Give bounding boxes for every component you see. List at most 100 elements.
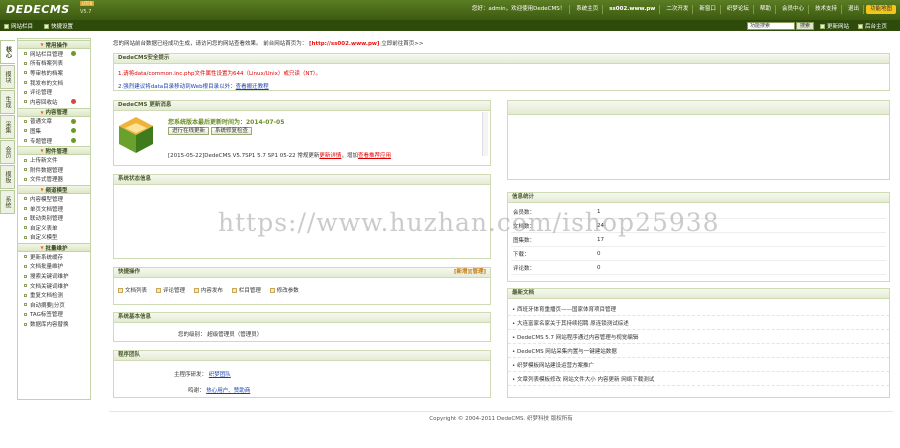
notice-go-link[interactable]: 立即前往首页>> [381,41,423,47]
tab-module[interactable]: 模块 [0,65,15,89]
nav-item-member[interactable]: 会员中心 [778,5,809,14]
latest-update-time: 您系统版本最后更新时间为：2014-07-05 [168,119,285,126]
menu-item-tags[interactable]: TAG标签管理 [18,310,90,320]
quick-manage-link[interactable]: [管理] [470,269,486,275]
menu-item-gallery[interactable]: 图集 [18,126,90,136]
menu-title-text: 附件管理 [45,148,68,155]
notice-url[interactable]: [http://ss002.www.pw] [309,41,379,47]
search-input[interactable]: 功能搜索 [747,22,795,30]
online-update-button[interactable]: 进行在线更新 [168,127,210,135]
menu-item-search-kw[interactable]: 搜索关键词维护 [18,271,90,281]
list-item[interactable]: • 织梦模板网站建设运营方案推广 [508,358,889,372]
add-icon[interactable] [71,128,76,134]
menu-group-title[interactable]: ▼ 批量维护 [18,243,90,253]
menu-item-my-docs[interactable]: 我发布的文档 [18,78,90,88]
menu-item-recycle[interactable]: 内容回收站 [18,97,90,107]
add-icon[interactable] [71,138,76,144]
quick-link-label: 修改参数 [276,288,299,294]
menu-item-upload[interactable]: 上传新文件 [18,155,90,165]
add-icon[interactable] [71,51,76,57]
thanks-link[interactable]: 热心用户、赞助商 [206,388,250,394]
update-detail-link[interactable]: 更新详情 [319,153,341,159]
menu-item-pending[interactable]: 等审核的档案 [18,68,90,78]
menu-title-text: 批量维护 [45,245,68,252]
menu-item-columns[interactable]: 网站栏目管理 [18,49,90,59]
toolbar-quick-set[interactable]: 快捷设置 [44,22,73,30]
quick-actions-panel: 快捷操作 [新增][管理] 文档列表 评论管理 内容发布 栏目管理 修改参数 [113,267,491,305]
tab-collect[interactable]: 采集 [0,115,15,139]
quick-columns[interactable]: 栏目管理 [231,286,261,294]
user-level-row: 您的级别： 超级管理员（管理员） [178,330,262,338]
latest-docs-panel: 最新文档 • 西班牙体育重播页——国家体育项目管理 • 大连富家名家关于其持续招… [507,288,890,398]
menu-item-cache[interactable]: 更新系统缓存 [18,252,90,262]
quick-publish[interactable]: 内容发布 [193,286,223,294]
menu-item-duplicate[interactable]: 重复文档检测 [18,290,90,300]
list-item[interactable]: • DedeCMS 网站采集内置与一键建站数据 [508,344,889,358]
menu-item-doc-kw[interactable]: 文档关键词维护 [18,281,90,291]
site-home-label[interactable]: 系统主页 [572,5,604,14]
nav-item-forum[interactable]: 织梦论坛 [723,5,754,14]
version-badge: UTF8 [80,1,95,6]
nav-item-help[interactable]: 帮助 [756,5,776,14]
dev-team-link[interactable]: 织梦团队 [209,372,231,378]
menu-item-label: 网站栏目管理 [30,51,64,58]
menu-item-custom-model[interactable]: 自定义模型 [18,233,90,243]
nav-item-new-window[interactable]: 新窗口 [695,5,721,14]
dev-row-1: 主程序研发： 织梦团队 [174,370,231,378]
quick-params[interactable]: 修改参数 [269,286,299,294]
tab-template[interactable]: 模板 [0,165,15,189]
menu-item-model[interactable]: 内容模型管理 [18,194,90,204]
update-panel: DedeCMS 更新消息 您系统版本最后更新时间为：2014-07-05 进行在… [113,100,491,166]
toolbar-columns[interactable]: 网站栏目 [4,22,33,30]
update-news: [2015-05-22]DedeCMS V5.7SP1 5.7 SP1 05-2… [168,151,391,159]
tab-core[interactable]: 核心 [0,40,15,64]
menu-group-title[interactable]: ▼ 频道模型 [18,185,90,195]
quick-doc-list[interactable]: 文档列表 [118,286,147,294]
list-item[interactable]: • 西班牙体育重播页——国家体育项目管理 [508,302,889,316]
menu-group-title[interactable]: ▼ 附件管理 [18,146,90,156]
bullet-icon [24,119,27,123]
menu-item-special[interactable]: 专题管理 [18,136,90,146]
repair-check-button[interactable]: 系统修复检查 [211,127,253,135]
menu-item-comments[interactable]: 评论管理 [18,87,90,97]
menu-item-custom-form[interactable]: 自定义表单 [18,223,90,233]
site-url-link[interactable]: ss002.www.pw [605,5,661,14]
menu-item-file-manager[interactable]: 文件式管理器 [18,175,90,185]
function-map-button[interactable]: 功能地图 [865,5,896,14]
menu-group-title[interactable]: ▼ 内容管理 [18,107,90,117]
admin-home-button[interactable]: 后台主页 [858,22,887,30]
menu-item-all-docs[interactable]: 所有档案列表 [18,59,90,69]
nav-item-logout[interactable]: 退出 [844,5,864,14]
nav-item-support[interactable]: 技术支持 [811,5,842,14]
update-site-button[interactable]: 更新网站 [820,22,849,30]
update-buttons: 进行在线更新 系统修复检查 [168,127,253,135]
quick-add-link[interactable]: [新增] [454,269,470,275]
menu-group-title[interactable]: ▼ 常用操作 [18,40,90,49]
add-icon[interactable] [71,118,76,124]
search-button[interactable]: 搜索 [796,22,814,30]
menu-item-linkage[interactable]: 联动类别管理 [18,213,90,223]
list-item[interactable]: • DedeCMS 5.7 网站程序通过内容管理与视觉编辑 [508,330,889,344]
recommended-apps-link[interactable]: 查看推荐应用 [358,153,391,159]
bullet-icon [24,61,27,65]
migration-guide-link[interactable]: 查看搬迁教程 [236,84,269,90]
tab-member[interactable]: 会员 [0,140,15,164]
list-item[interactable]: • 文章列表模板修改 网站文件大小 内容更新 网络下载测试 [508,372,889,386]
bullet-icon [24,139,27,143]
menu-item-attach-data[interactable]: 附件数据管理 [18,165,90,175]
trash-icon[interactable] [71,99,76,105]
update-scrollbar[interactable] [482,112,488,156]
tab-system[interactable]: 系统 [0,190,15,214]
home-icon [858,23,863,29]
menu-item-single-page[interactable]: 单页文档管理 [18,204,90,214]
nav-item-dev[interactable]: 二次开发 [662,5,694,14]
menu-item-batch[interactable]: 文档批量维护 [18,262,90,272]
menu-item-summary[interactable]: 自动摘要|分页 [18,300,90,310]
menu-item-db-replace[interactable]: 数据库内容替换 [18,319,90,329]
menu-group-common: ▼ 常用操作 网站栏目管理 所有档案列表 等审核的档案 我发布的文档 评论管理 内… [18,40,90,107]
menu-item-article[interactable]: 普通文章 [18,117,90,127]
panel-title: DedeCMS安全提示 [114,54,889,64]
quick-comments[interactable]: 评论管理 [155,286,185,294]
list-item[interactable]: • 大连富家名家关于其持续招聘 原连锁测试综述 [508,316,889,330]
tab-generate[interactable]: 生成 [0,90,15,114]
